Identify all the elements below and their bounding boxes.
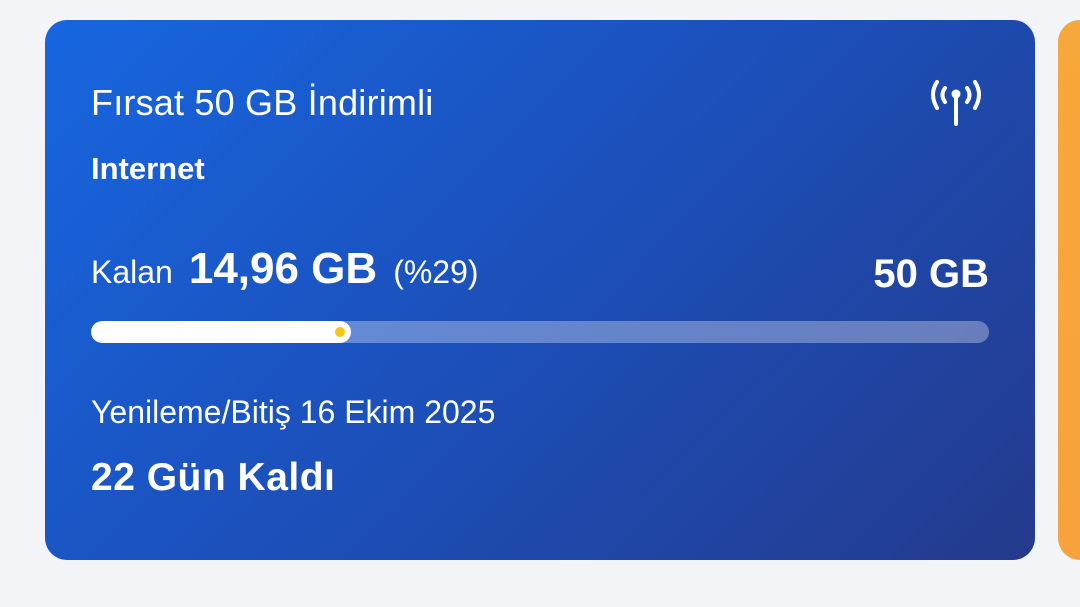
next-package-card[interactable]	[1058, 20, 1080, 560]
remaining-row: Kalan 14,96 GB (%29)	[91, 244, 479, 294]
remaining-label: Kalan	[91, 254, 173, 290]
remaining-percent: (%29)	[393, 254, 479, 290]
usage-progress-bar	[91, 321, 989, 343]
usage-progress-fill	[91, 321, 352, 343]
package-card[interactable]: Fırsat 50 GB İndirimli Internet Kalan 14…	[45, 20, 1035, 560]
remaining-value: 14,96 GB	[188, 244, 378, 293]
renewal-date: 16 Ekim 2025	[299, 394, 496, 430]
total-quota: 50 GB	[873, 252, 989, 296]
renewal-label: Yenileme/Bitiş	[91, 394, 291, 430]
signal-antenna-icon	[931, 80, 981, 126]
days-left: 22 Gün Kaldı	[91, 456, 336, 499]
renewal-info: Yenileme/Bitiş 16 Ekim 2025	[91, 394, 495, 431]
package-title: Fırsat 50 GB İndirimli	[91, 82, 434, 123]
package-type-label: Internet	[91, 151, 205, 186]
